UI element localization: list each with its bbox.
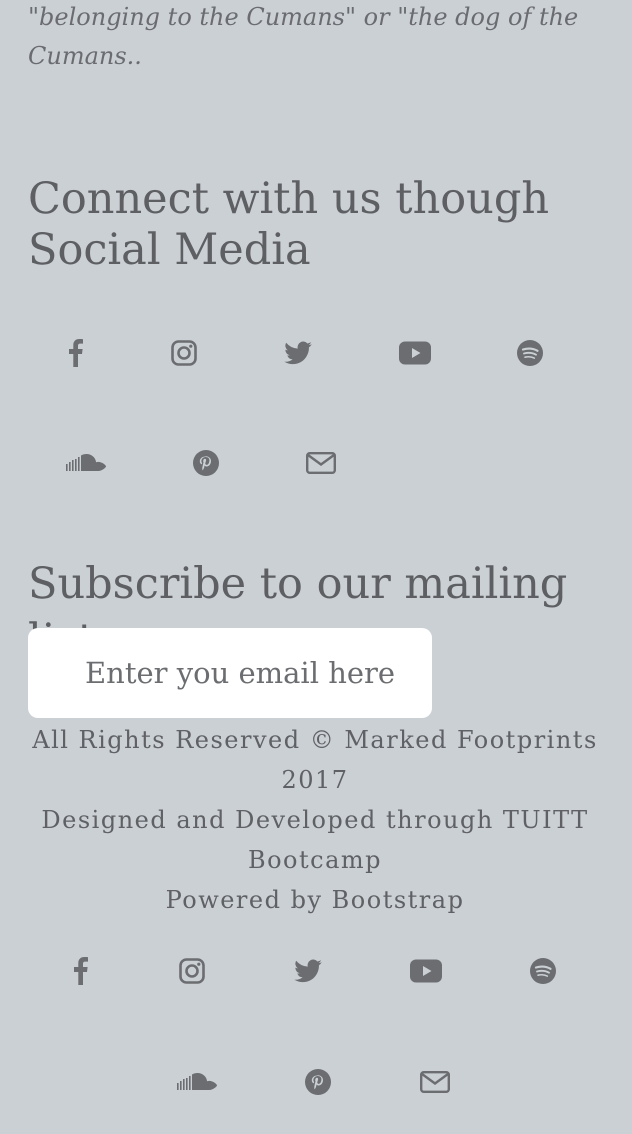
youtube-icon[interactable] bbox=[410, 959, 442, 983]
instagram-icon[interactable] bbox=[179, 958, 205, 984]
spotify-icon[interactable] bbox=[517, 340, 543, 366]
spotify-icon[interactable] bbox=[530, 958, 556, 984]
footer-powered: Powered by Bootstrap bbox=[165, 886, 465, 914]
pinterest-icon[interactable] bbox=[305, 1069, 331, 1095]
pinterest-icon[interactable] bbox=[193, 450, 219, 476]
footer-text: All Rights Reserved © Marked Footprints … bbox=[30, 720, 600, 920]
twitter-icon[interactable] bbox=[294, 959, 322, 983]
soundcloud-icon[interactable] bbox=[66, 453, 106, 473]
footer-rights: All Rights Reserved © Marked Footprints … bbox=[32, 726, 598, 794]
envelope-icon[interactable] bbox=[306, 452, 336, 474]
footer-designed: Designed and Developed through TUITT Boo… bbox=[41, 806, 589, 874]
intro-quote: "belonging to the Cumans" or "the dog of… bbox=[28, 3, 579, 70]
instagram-icon[interactable] bbox=[171, 340, 197, 366]
email-input[interactable] bbox=[28, 628, 432, 718]
facebook-icon[interactable] bbox=[69, 339, 83, 367]
connect-heading: Connect with us though Social Media bbox=[28, 174, 550, 275]
twitter-icon[interactable] bbox=[284, 341, 312, 365]
envelope-icon[interactable] bbox=[420, 1071, 450, 1093]
youtube-icon[interactable] bbox=[399, 341, 431, 365]
facebook-icon[interactable] bbox=[74, 957, 88, 985]
soundcloud-icon[interactable] bbox=[177, 1072, 217, 1092]
